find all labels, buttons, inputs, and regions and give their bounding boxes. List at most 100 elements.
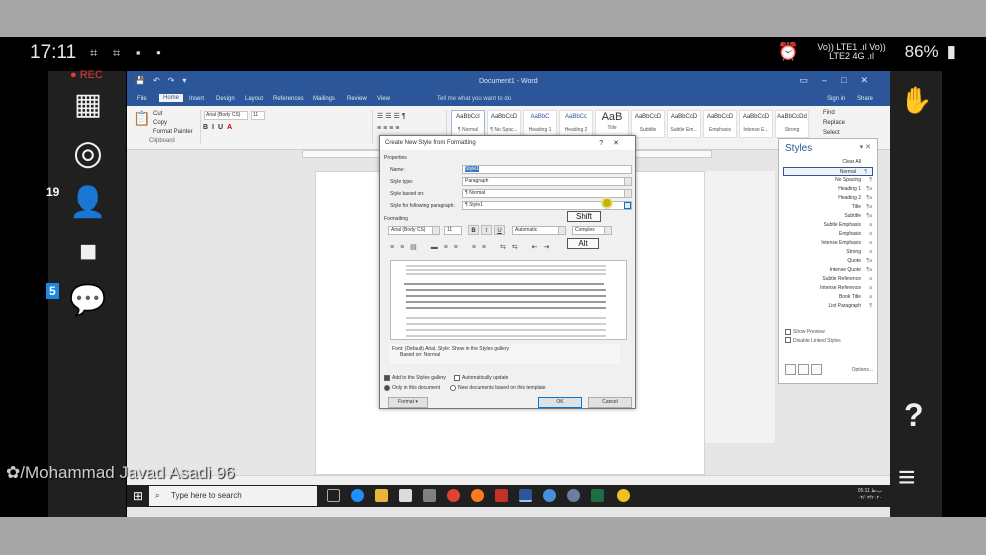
style-gallery-item[interactable]: AaBbCc Heading 2 — [559, 110, 593, 138]
new-style-icon[interactable] — [785, 364, 796, 375]
style-gallery-item[interactable]: AaBbC Heading 1 — [523, 110, 557, 138]
font-size-box[interactable]: 11 — [251, 111, 265, 120]
system-tray[interactable]: 05:11 ب.ظ ۰۴/۰۳/۲۰۲۰ — [858, 488, 882, 502]
radio[interactable] — [450, 385, 456, 391]
cut-button[interactable]: Cut — [153, 111, 162, 117]
style-list-item[interactable]: Subtle Emphasis a — [779, 221, 877, 230]
copy-button[interactable]: Copy — [153, 120, 167, 126]
style-gallery-item[interactable]: AaBbCcI ¶ Normal — [451, 110, 485, 138]
find-button[interactable]: Find — [823, 110, 835, 116]
style-list-item[interactable]: Heading 1 ¶a — [779, 185, 877, 194]
app-icon[interactable] — [543, 489, 556, 502]
word-icon[interactable] — [519, 489, 532, 502]
style-list-item[interactable]: Quote ¶a — [779, 257, 877, 266]
color-select[interactable]: Automatic — [512, 226, 566, 235]
style-list-item[interactable]: Intense Reference a — [779, 284, 877, 293]
quick-access-icons[interactable]: 💾↶↷▾ — [135, 76, 194, 85]
participants-icon[interactable]: 👤 — [68, 185, 108, 221]
camera-icon[interactable]: ■ — [68, 234, 108, 270]
checkbox[interactable] — [785, 337, 791, 344]
excel-icon[interactable] — [591, 489, 604, 502]
style-gallery-item[interactable]: AaBbCcD Emphasis — [703, 110, 737, 138]
cancel-button[interactable]: Cancel — [588, 397, 632, 408]
options-link[interactable]: Options... — [852, 367, 873, 373]
dialog-title-buttons[interactable]: ?✕ — [599, 139, 629, 147]
style-list-item[interactable]: Subtle Reference a — [779, 275, 877, 284]
windows-start-icon[interactable]: ⊞ — [133, 489, 147, 503]
replace-button[interactable]: Replace — [823, 120, 845, 126]
app-icon[interactable] — [617, 489, 630, 502]
style-list-item[interactable]: Intense Quote ¶a — [779, 266, 877, 275]
checkbox[interactable] — [454, 375, 460, 381]
style-list-item[interactable]: No Spacing ¶ — [779, 176, 877, 185]
italic-button[interactable]: I — [481, 225, 492, 235]
paragraph-format-buttons[interactable]: ≡≡▤ ▬≡≡ ≡≡ ⇆⇆ ⇤⇥ — [390, 243, 555, 251]
style-inspector-icon[interactable] — [798, 364, 809, 375]
chat-icon[interactable]: 💬 — [68, 283, 108, 319]
format-button[interactable]: Format ▾ — [388, 397, 428, 408]
only-document-option[interactable]: Only in this document — [384, 385, 440, 391]
style-list-item[interactable]: Subtitle ¶a — [779, 212, 877, 221]
font-name-box[interactable]: Arial (Body CS) — [204, 111, 248, 120]
help-icon[interactable]: ? — [904, 397, 924, 434]
style-list-item[interactable]: Strong a — [779, 248, 877, 257]
tab-file[interactable]: File — [137, 96, 147, 102]
tab-design[interactable]: Design — [216, 96, 235, 102]
task-view-icon[interactable] — [327, 489, 340, 502]
style-list-item[interactable]: Clear All — [779, 158, 877, 167]
underline-button[interactable]: U — [494, 225, 505, 235]
tab-home[interactable]: Home — [159, 94, 184, 102]
font-format-buttons[interactable]: BIUA — [203, 124, 236, 131]
calculator-icon[interactable] — [423, 489, 436, 502]
style-gallery-item[interactable]: AaB Title — [595, 110, 629, 138]
style-list-item[interactable]: Heading 2 ¶a — [779, 194, 877, 203]
auto-update-option[interactable]: Automatically update — [454, 375, 508, 381]
style-gallery-item[interactable]: AaBbCcD Subtle Em... — [667, 110, 701, 138]
file-explorer-icon[interactable] — [375, 489, 388, 502]
share-button[interactable]: Share — [857, 96, 873, 102]
tab-references[interactable]: References — [273, 96, 304, 102]
manage-styles-icon[interactable] — [811, 364, 822, 375]
firefox-icon[interactable] — [471, 489, 484, 502]
app-icon[interactable] — [567, 489, 580, 502]
mail-icon[interactable] — [399, 489, 412, 502]
screen-share-icon[interactable]: ◎ — [68, 135, 108, 171]
taskbar-search[interactable]: ⌕ Type here to search — [149, 486, 317, 506]
tab-mailings[interactable]: Mailings — [313, 96, 335, 102]
select-button[interactable]: Select — [823, 130, 840, 136]
radio[interactable] — [384, 385, 390, 391]
style-list-item[interactable]: Title ¶a — [779, 203, 877, 212]
align-buttons[interactable]: ≡≡≡≡ — [377, 125, 401, 132]
tell-me-box[interactable]: Tell me what you want to do — [437, 96, 511, 102]
paste-icon[interactable]: 📋 — [133, 110, 150, 127]
powerpoint-icon[interactable] — [495, 489, 508, 502]
chrome-icon[interactable] — [447, 489, 460, 502]
style-list-item[interactable]: Emphasis a — [779, 230, 877, 239]
style-type-select[interactable]: Paragraph — [462, 177, 632, 186]
checkbox[interactable] — [785, 329, 791, 335]
menu-icon[interactable]: ≡ — [898, 463, 916, 493]
script-select[interactable]: Complex — [572, 226, 612, 235]
style-list-item[interactable]: Book Title a — [779, 293, 877, 302]
sign-in-link[interactable]: Sign in — [827, 96, 845, 102]
style-list-item[interactable]: Normal ¶ — [783, 167, 873, 176]
tab-layout[interactable]: Layout — [245, 96, 263, 102]
size-select[interactable]: 11 — [444, 226, 462, 235]
name-input[interactable]: Style1 — [462, 165, 632, 174]
show-preview-option[interactable]: Show Preview — [779, 329, 877, 335]
list-buttons[interactable]: ☰☰☰¶ — [377, 112, 408, 120]
style-gallery-item[interactable]: AaBbCcD ¶ No Spac... — [487, 110, 521, 138]
style-gallery-item[interactable]: AaBbCcDd Strong — [775, 110, 809, 138]
style-list-item[interactable]: Intense Emphasis a — [779, 239, 877, 248]
style-gallery-item[interactable]: AaBbCcD Subtitle — [631, 110, 665, 138]
ok-button[interactable]: OK — [538, 397, 582, 408]
close-icon[interactable]: ▾ ✕ — [860, 143, 871, 151]
add-gallery-option[interactable]: Add to the Styles gallery — [384, 375, 446, 381]
window-controls[interactable]: ▭–□✕ — [800, 75, 883, 86]
disable-linked-option[interactable]: Disable Linked Styles — [779, 337, 877, 344]
checkbox[interactable] — [384, 375, 390, 381]
tab-review[interactable]: Review — [347, 96, 367, 102]
bold-button[interactable]: B — [468, 225, 479, 235]
raise-hand-icon[interactable]: ✋ — [900, 85, 932, 116]
layout-icon[interactable]: ▦ — [68, 87, 108, 123]
